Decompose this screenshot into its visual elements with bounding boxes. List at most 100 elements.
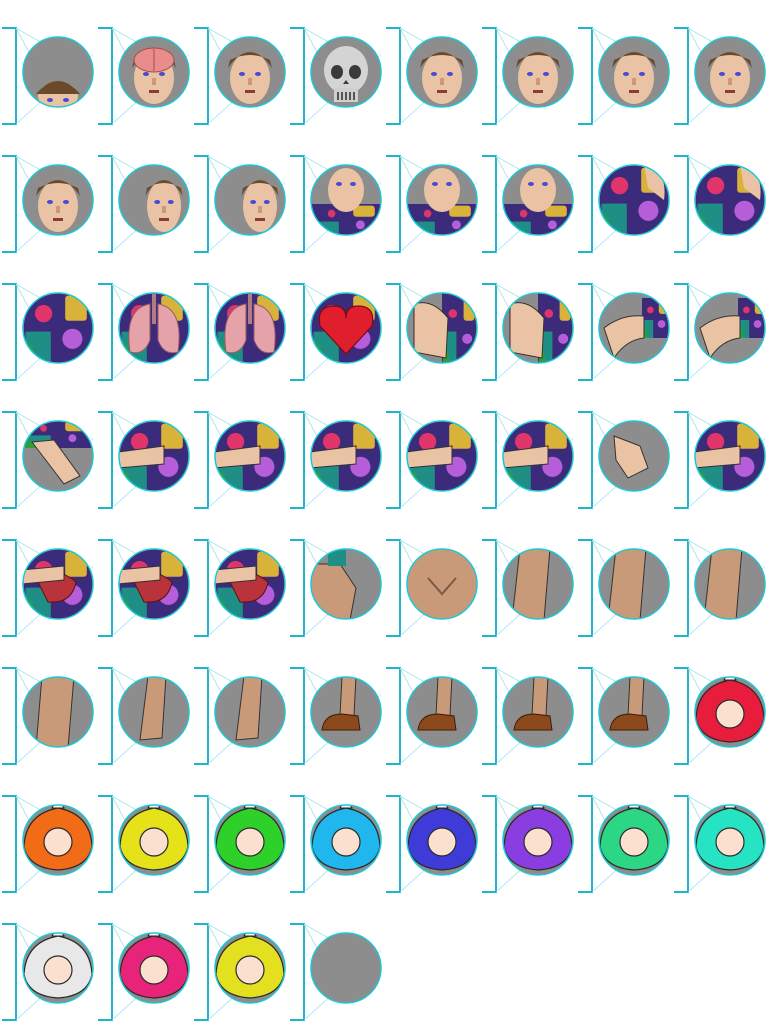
- calf-icon: [194, 667, 286, 765]
- foot-icon: [482, 667, 574, 765]
- sprite-tile: [0, 0, 96, 128]
- chest-icon: [2, 283, 94, 381]
- sprite-tile: [0, 256, 96, 384]
- sprite-tile: [576, 512, 672, 640]
- sprite-tile: [96, 896, 192, 1024]
- hood-blue-icon: [386, 795, 478, 893]
- upper-arm-icon: [386, 283, 478, 381]
- thigh-icon: [482, 539, 574, 637]
- brain-icon: [98, 27, 190, 125]
- sprite-tile: [288, 896, 384, 1024]
- face-icon: [194, 27, 286, 125]
- sprite-tile: [288, 0, 384, 128]
- sprite-tile: [192, 768, 288, 896]
- sprite-tile: [672, 256, 768, 384]
- face-icon: [674, 27, 766, 125]
- face-profile-icon: [98, 155, 190, 253]
- thigh-icon: [578, 539, 670, 637]
- hand-icon: [98, 411, 190, 509]
- head-crown-icon: [2, 27, 94, 125]
- sprite-tile: [384, 128, 480, 256]
- sprite-tile: [0, 640, 96, 768]
- hood-yellow-icon: [98, 795, 190, 893]
- empty-slot-icon: [290, 923, 382, 1021]
- stomach-icon: [2, 539, 94, 637]
- hip-icon: [290, 539, 382, 637]
- heart-icon: [290, 283, 382, 381]
- sprite-tile: [96, 128, 192, 256]
- hood-teal-icon: [674, 795, 766, 893]
- sprite-tile: [576, 640, 672, 768]
- hood-white-icon: [2, 923, 94, 1021]
- calf-icon: [98, 667, 190, 765]
- neck-icon: [482, 155, 574, 253]
- sprite-tile: [576, 0, 672, 128]
- sprite-tile: [96, 512, 192, 640]
- sprite-tile: [96, 384, 192, 512]
- sprite-tile: [288, 256, 384, 384]
- sprite-tile: [480, 128, 576, 256]
- stomach-icon: [194, 539, 286, 637]
- hood-mint-icon: [578, 795, 670, 893]
- hand-icon: [674, 411, 766, 509]
- elbow-icon: [674, 283, 766, 381]
- foot-icon: [578, 667, 670, 765]
- sprite-tile: [0, 768, 96, 896]
- sprite-tile: [672, 640, 768, 768]
- sprite-tile: [192, 128, 288, 256]
- neck-icon: [290, 155, 382, 253]
- sprite-tile: [192, 256, 288, 384]
- knee-icon: [2, 667, 94, 765]
- sprite-tile: [0, 512, 96, 640]
- sprite-tile: [672, 512, 768, 640]
- hood-purple-icon: [482, 795, 574, 893]
- sprite-tile: [384, 0, 480, 128]
- hood-cyan-icon: [290, 795, 382, 893]
- sprite-tile: [384, 768, 480, 896]
- hood-pink-icon: [98, 923, 190, 1021]
- face-icon: [482, 27, 574, 125]
- sprite-tile: [96, 768, 192, 896]
- forearm-icon: [2, 411, 94, 509]
- sprite-tile: [384, 384, 480, 512]
- hood-red-icon: [674, 667, 766, 765]
- foot-icon: [290, 667, 382, 765]
- sprite-tile: [480, 512, 576, 640]
- elbow-icon: [578, 283, 670, 381]
- sprite-tile: [96, 640, 192, 768]
- hand-icon: [194, 411, 286, 509]
- sprite-tile: [192, 0, 288, 128]
- sprite-tile: [288, 384, 384, 512]
- sprite-tile: [384, 256, 480, 384]
- lungs-icon: [194, 283, 286, 381]
- face-icon: [386, 27, 478, 125]
- sprite-tile: [288, 128, 384, 256]
- hood-green-icon: [194, 795, 286, 893]
- hand-icon: [290, 411, 382, 509]
- lungs-icon: [98, 283, 190, 381]
- fist-icon: [578, 411, 670, 509]
- sprite-tile: [0, 384, 96, 512]
- sprite-tile: [672, 384, 768, 512]
- sprite-tile: [96, 0, 192, 128]
- sprite-tile: [192, 896, 288, 1024]
- sprite-tile: [672, 768, 768, 896]
- hand-icon: [482, 411, 574, 509]
- sprite-tile: [192, 384, 288, 512]
- stomach-icon: [98, 539, 190, 637]
- sprite-tile: [192, 640, 288, 768]
- sprite-tile: [576, 256, 672, 384]
- sprite-tile: [0, 128, 96, 256]
- sprite-tile: [480, 640, 576, 768]
- sprite-tile: [576, 384, 672, 512]
- groin-icon: [386, 539, 478, 637]
- foot-icon: [386, 667, 478, 765]
- sprite-tile: [480, 0, 576, 128]
- sprite-tile: [480, 384, 576, 512]
- sprite-tile: [288, 640, 384, 768]
- sprite-tile: [0, 896, 96, 1024]
- sprite-tile: [576, 128, 672, 256]
- sprite-tile: [288, 768, 384, 896]
- hand-icon: [386, 411, 478, 509]
- shoulder-icon: [674, 155, 766, 253]
